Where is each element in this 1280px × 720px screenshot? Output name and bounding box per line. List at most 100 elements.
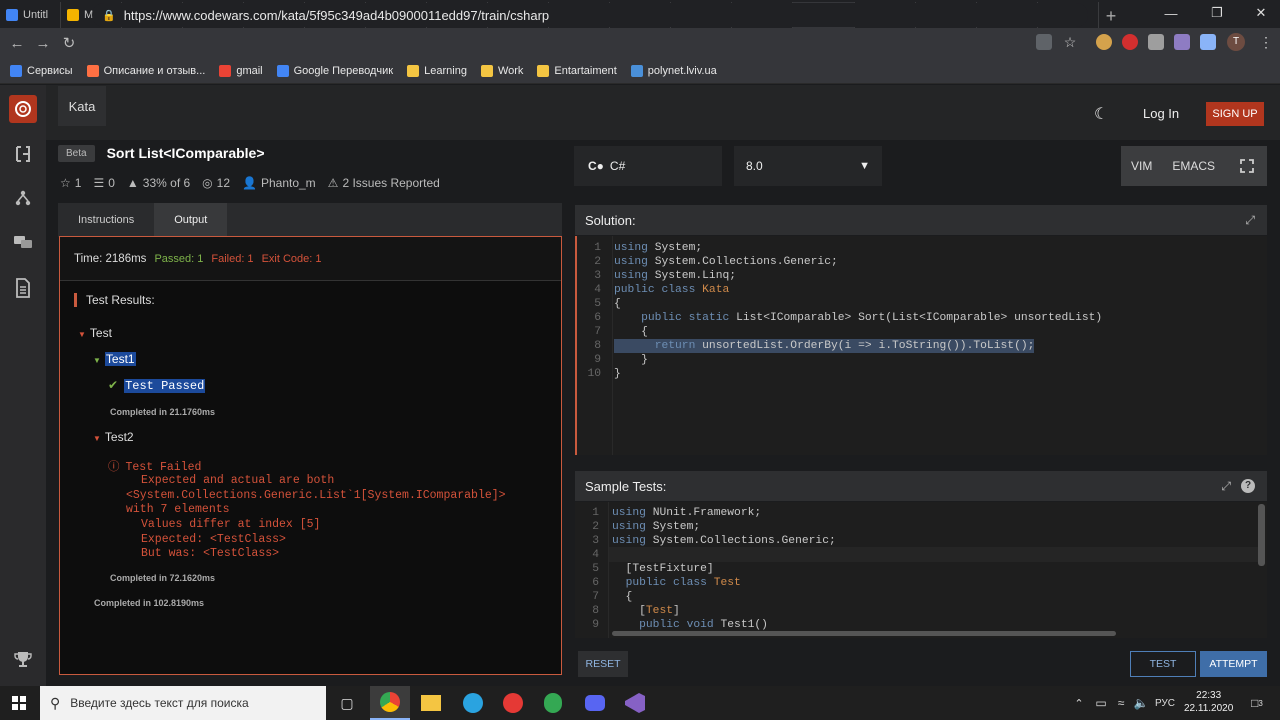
translate-icon[interactable] xyxy=(1036,34,1052,50)
discord-icon[interactable] xyxy=(582,690,608,716)
bookmark-icon xyxy=(10,64,22,77)
login-link[interactable]: Log In xyxy=(1143,106,1179,121)
language-select[interactable]: C● C# xyxy=(574,146,722,186)
test-button[interactable]: TEST xyxy=(1130,651,1196,677)
bookmark-label: polynet.lviv.ua xyxy=(647,64,717,77)
expand-icon[interactable]: ⤢ xyxy=(1221,479,1231,494)
code-line: { xyxy=(614,326,648,338)
clock-date: 22.11.2020 xyxy=(1184,703,1234,714)
taskbar-search[interactable]: ⚲ Введите здесь текст для поиска xyxy=(40,686,326,720)
line-number: 8 xyxy=(594,340,601,352)
download-extension-icon[interactable] xyxy=(1148,34,1164,50)
fail-msg-line: <System.Collections.Generic.List`1[Syste… xyxy=(126,489,506,502)
left-panel-tabs: Instructions Output xyxy=(58,203,562,237)
bookmark-label: Google Переводчик xyxy=(293,64,394,77)
collection-stat[interactable]: ☰ 0 xyxy=(93,176,114,190)
back-icon[interactable]: ← xyxy=(4,35,30,52)
reload-icon[interactable]: ↻ xyxy=(56,34,82,52)
reset-button[interactable]: RESET xyxy=(578,651,628,677)
bookmark-label: Learning xyxy=(424,64,467,77)
bookmark-item[interactable]: Описание и отзыв... xyxy=(86,64,205,77)
solution-label: Solution: xyxy=(585,212,636,228)
lock-icon: 🔒 xyxy=(102,9,116,22)
attempt-button[interactable]: ATTEMPT xyxy=(1200,651,1267,677)
code-line: { xyxy=(612,591,633,603)
issues-stat[interactable]: ⚠ 2 Issues Reported xyxy=(328,176,440,190)
puzzle-icon[interactable] xyxy=(1200,34,1216,50)
cookie-extension-icon[interactable] xyxy=(1096,34,1112,50)
fail-msg-line: Expected and actual are both xyxy=(141,474,335,487)
minimize-button[interactable]: — xyxy=(1148,0,1194,26)
emacs-button[interactable]: EMACS xyxy=(1162,146,1225,186)
star-icon[interactable]: ☆ xyxy=(1062,34,1078,50)
practice-icon[interactable] xyxy=(9,140,37,168)
url-field[interactable]: 🔒 https://www.codewars.com/kata/5f95c349… xyxy=(92,3,1088,27)
bookmark-item[interactable]: Work xyxy=(480,64,523,77)
test1-group[interactable]: ▼ Test1 xyxy=(93,352,136,366)
bookmark-item[interactable]: Сервисы xyxy=(10,64,73,77)
author-stat[interactable]: 👤 Phanto_m xyxy=(242,176,316,190)
kata-nav-link[interactable]: Kata xyxy=(58,86,106,126)
task-view-icon[interactable]: ▢ xyxy=(334,690,360,716)
fullscreen-icon[interactable] xyxy=(1227,146,1267,186)
expand-triangle-icon: ▼ xyxy=(78,330,86,339)
trophy-icon[interactable] xyxy=(9,645,37,673)
solution-editor[interactable]: 1 using System; 2 using System.Collections.… xyxy=(575,236,1267,455)
address-bar: ← → ↻ xyxy=(0,28,1280,58)
horizontal-scrollbar[interactable] xyxy=(612,631,1116,636)
vertical-scrollbar[interactable] xyxy=(1258,504,1265,566)
forward-icon[interactable]: → xyxy=(30,35,56,52)
bookmark-item[interactable]: Entartaiment xyxy=(537,64,617,77)
bookmark-item[interactable]: Learning xyxy=(407,64,467,77)
code-line: [Test] xyxy=(612,605,680,617)
file-explorer-icon[interactable] xyxy=(418,690,444,716)
test2-group[interactable]: ▼ Test2 xyxy=(93,430,134,444)
menu-icon[interactable]: ⋮ xyxy=(1258,34,1274,50)
taskbar-clock[interactable]: 22:33 22.11.2020 xyxy=(1184,689,1233,715)
profile-avatar[interactable]: T xyxy=(1227,33,1245,51)
sample-tests-editor[interactable]: 1 using NUnit.Framework; 2 using System; 3 us… xyxy=(575,502,1267,638)
tab-instructions[interactable]: Instructions xyxy=(58,203,154,237)
bookmark-label: gmail xyxy=(236,64,263,77)
telegram-icon[interactable] xyxy=(460,690,486,716)
chrome-taskbar-icon[interactable] xyxy=(370,686,410,720)
warning-icon: ⚠ xyxy=(327,176,339,190)
maps-icon[interactable] xyxy=(540,690,566,716)
vim-button[interactable]: VIM xyxy=(1121,146,1162,186)
browser-tab[interactable]: Untitl xyxy=(0,2,61,28)
help-icon[interactable]: ? xyxy=(1241,478,1255,493)
chat-icon[interactable] xyxy=(9,228,37,256)
test-group[interactable]: ▼ Test xyxy=(78,326,112,340)
youtube-music-icon[interactable] xyxy=(500,690,526,716)
visual-studio-icon[interactable] xyxy=(622,690,648,716)
notification-count: 3 xyxy=(1258,698,1263,708)
code-line: public static List<IComparable> Sort(Lis… xyxy=(641,312,1103,324)
star-stat[interactable]: ☆ 1 xyxy=(60,176,81,190)
solved-count: 12 xyxy=(216,176,231,190)
failed-count: Failed: 1 xyxy=(211,252,254,265)
test2-label: Test2 xyxy=(104,430,134,444)
extension-icon[interactable] xyxy=(1174,34,1190,50)
input-language[interactable]: РУС xyxy=(1150,690,1180,716)
windows-start-icon[interactable] xyxy=(12,696,26,710)
bookmark-item[interactable]: Google Переводчик xyxy=(276,64,394,77)
new-tab-button[interactable]: + xyxy=(1099,4,1123,28)
codewars-logo-icon[interactable] xyxy=(9,95,37,123)
adblock-extension-icon[interactable] xyxy=(1122,34,1138,50)
tree-icon[interactable] xyxy=(9,184,37,212)
bookmark-item[interactable]: polynet.lviv.ua xyxy=(630,64,717,77)
line-number: 1 xyxy=(594,242,601,254)
version-select[interactable]: 8.0 ▼ xyxy=(734,146,882,186)
docs-icon[interactable] xyxy=(9,274,37,302)
notifications-icon[interactable]: □ 3 xyxy=(1244,690,1270,716)
maximize-button[interactable]: ❐ xyxy=(1194,0,1240,26)
close-window-button[interactable]: ✕ xyxy=(1238,0,1280,26)
moon-icon[interactable]: ☾ xyxy=(1094,104,1108,124)
code-line: using System.Collections.Generic; xyxy=(614,256,838,268)
bookmark-icon xyxy=(480,64,493,77)
signup-button[interactable]: SIGN UP xyxy=(1206,102,1264,126)
bookmark-item[interactable]: gmail xyxy=(219,64,263,77)
passed-count: Passed: 1 xyxy=(154,252,204,265)
tab-output[interactable]: Output xyxy=(154,203,228,237)
expand-icon[interactable]: ⤢ xyxy=(1245,213,1255,228)
